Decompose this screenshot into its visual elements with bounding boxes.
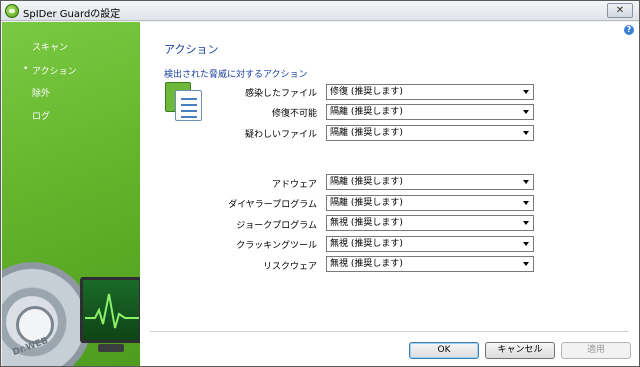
label-infected: 感染したファイル (244, 89, 317, 99)
settings-window: SpIDer Guardの設定 ✕ スキャン • アクション 除外 ログ Dr.… (0, 0, 640, 367)
select-jokes-value: 無視 (推奨します) (330, 218, 403, 228)
section-subtitle: 検出された脅威に対するアクション (164, 70, 308, 80)
label-dialers: ダイヤラープログラム (228, 200, 317, 210)
select-riskware[interactable]: 無視 (推奨します) (326, 256, 534, 272)
ok-button[interactable]: OK (409, 342, 479, 359)
dropdown-arrow-icon (523, 262, 529, 266)
select-jokes[interactable]: 無視 (推奨します) (326, 215, 534, 231)
select-dialers[interactable]: 隔離 (推奨します) (326, 195, 534, 211)
cancel-button[interactable]: キャンセル (485, 342, 555, 359)
monitor-stand (98, 344, 124, 352)
select-infected[interactable]: 修復 (推奨します) (326, 84, 534, 100)
sidebar-item-action[interactable]: アクション (32, 64, 77, 77)
dropdown-arrow-icon (523, 180, 529, 184)
content-panel: ? アクション 検出された脅威に対するアクション 感染したファイル 修復 (推奨… (140, 22, 639, 366)
dropdown-arrow-icon (523, 242, 529, 246)
select-incurable[interactable]: 隔離 (推奨します) (326, 104, 534, 120)
sidebar: スキャン • アクション 除外 ログ Dr.WEB (2, 22, 140, 366)
window-title: SpIDer Guardの設定 (23, 9, 121, 20)
select-suspicious-value: 隔離 (推奨します) (330, 128, 403, 138)
dropdown-arrow-icon (523, 131, 529, 135)
sidebar-item-exclusions[interactable]: 除外 (32, 86, 50, 99)
action-document-icon (165, 82, 203, 122)
apply-button[interactable]: 適用 (561, 342, 631, 359)
label-hacktools: クラッキングツール (236, 241, 317, 251)
select-hacktools[interactable]: 無視 (推奨します) (326, 236, 534, 252)
app-shield-icon (5, 4, 19, 18)
select-infected-value: 修復 (推奨します) (330, 87, 403, 97)
selected-bullet: • (23, 64, 29, 74)
monitor-illustration (80, 277, 140, 343)
label-suspicious: 疑わしいファイル (244, 130, 317, 140)
label-adware: アドウェア (271, 180, 317, 190)
sidebar-item-scan[interactable]: スキャン (32, 40, 68, 53)
heartbeat-graph-icon (85, 293, 139, 329)
select-incurable-value: 隔離 (推奨します) (330, 107, 403, 117)
select-hacktools-value: 無視 (推奨します) (330, 239, 403, 249)
select-suspicious[interactable]: 隔離 (推奨します) (326, 125, 534, 141)
select-adware[interactable]: 隔離 (推奨します) (326, 174, 534, 190)
help-icon[interactable]: ? (624, 25, 634, 35)
select-dialers-value: 隔離 (推奨します) (330, 198, 403, 208)
select-adware-value: 隔離 (推奨します) (330, 177, 403, 187)
dropdown-arrow-icon (523, 221, 529, 225)
footer-separator (150, 331, 628, 332)
sidebar-item-log[interactable]: ログ (32, 109, 50, 122)
label-jokes: ジョークプログラム (236, 221, 317, 231)
label-riskware: リスクウェア (262, 262, 317, 272)
close-button[interactable]: ✕ (607, 3, 633, 18)
dropdown-arrow-icon (523, 90, 529, 94)
page-title: アクション (164, 43, 219, 56)
dropdown-arrow-icon (523, 201, 529, 205)
select-riskware-value: 無視 (推奨します) (330, 259, 403, 269)
label-incurable: 修復不可能 (271, 109, 317, 119)
dropdown-arrow-icon (523, 110, 529, 114)
title-bar: SpIDer Guardの設定 ✕ (1, 1, 639, 21)
